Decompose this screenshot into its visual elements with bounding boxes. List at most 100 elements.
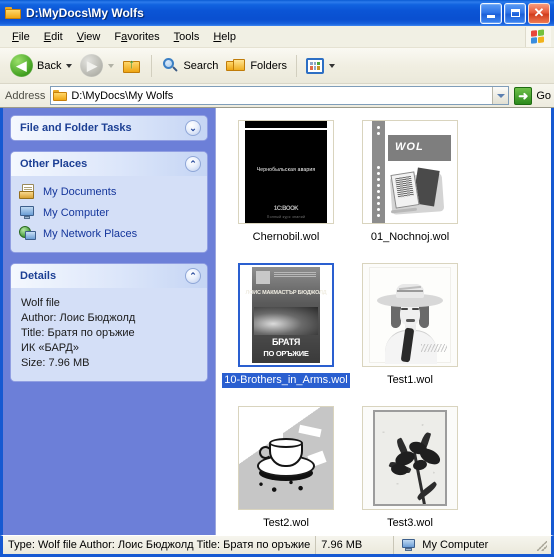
maximize-icon xyxy=(510,9,520,17)
close-button[interactable]: ✕ xyxy=(528,2,550,24)
maximize-button[interactable] xyxy=(504,2,526,24)
address-dropdown-button[interactable] xyxy=(492,87,509,104)
status-info-text: Type: Wolf file Author: Лоис Бюджолд Tit… xyxy=(8,539,311,551)
back-button[interactable]: ◀ Back xyxy=(6,51,76,81)
file-item-test2[interactable]: Test2.wol xyxy=(224,404,348,535)
menu-item-favorites[interactable]: Favorites xyxy=(107,29,166,45)
status-size-text: 7.96 MB xyxy=(321,539,363,551)
go-button[interactable]: ➜ Go xyxy=(514,86,551,105)
thumbnail-chernobil: Чернобыльская авария 1C:BOOK Полный курс… xyxy=(238,120,334,224)
my-computer-icon xyxy=(401,538,416,552)
sidebar-label-my-documents: My Documents xyxy=(43,185,117,198)
menu-item-tools[interactable]: Tools xyxy=(167,29,207,45)
chevron-up-icon[interactable]: ⌃ xyxy=(185,268,201,284)
sidebar-label-my-network-places: My Network Places xyxy=(43,227,138,240)
back-label: Back xyxy=(37,59,62,72)
status-bar: Type: Wolf file Author: Лоис Бюджолд Tit… xyxy=(0,535,554,557)
chevron-up-icon[interactable]: ⌃ xyxy=(185,156,201,172)
toolbar: ◀ Back ▶ ↑ Search Folders xyxy=(0,48,554,84)
back-arrow-icon: ◀ xyxy=(10,54,33,77)
minimize-icon xyxy=(487,15,495,18)
panel-header-file-and-folder-tasks[interactable]: File and Folder Tasks ⌄ xyxy=(11,116,207,140)
minimize-button[interactable] xyxy=(480,2,502,24)
thumb-text-chernobil-logo: 1C:BOOK xyxy=(273,206,299,212)
views-button[interactable] xyxy=(302,51,339,81)
panel-title-file-and-folder-tasks: File and Folder Tasks xyxy=(20,122,132,134)
sidebar-label-my-computer: My Computer xyxy=(43,206,110,219)
search-icon xyxy=(161,57,179,75)
thumb-text-book-author: ЛОИС МАКМАСТЪР БЮДЖОЛД xyxy=(245,290,327,296)
views-icon xyxy=(306,57,325,74)
file-item-chernobil[interactable]: Чернобыльская авария 1C:BOOK Полный курс… xyxy=(224,118,348,258)
menu-item-view[interactable]: View xyxy=(70,29,108,45)
back-dropdown-icon[interactable] xyxy=(66,63,73,68)
menu-item-help[interactable]: Help xyxy=(206,29,243,45)
detail-file-type: Wolf file xyxy=(21,297,60,309)
window-controls: ✕ xyxy=(480,2,552,24)
panel-header-other-places[interactable]: Other Places ⌃ xyxy=(11,152,207,176)
folders-label: Folders xyxy=(250,59,288,72)
menu-label-favorites-rest: vorites xyxy=(127,30,160,43)
file-label-test1: Test1.wol xyxy=(387,374,433,386)
folders-button[interactable]: Folders xyxy=(222,51,291,81)
window-title: D:\MyDocs\My Wolfs xyxy=(26,6,144,20)
search-label: Search xyxy=(183,59,219,72)
file-item-10-brothers-in-arms[interactable]: ЛОИС МАКМАСТЪР БЮДЖОЛД БРАТЯ ПО ОРЪЖИЕ 1… xyxy=(222,261,350,401)
menu-label-tools-rest: ools xyxy=(179,30,200,43)
panel-title-other-places: Other Places xyxy=(20,158,88,170)
file-list[interactable]: Чернобыльская авария 1C:BOOK Полный курс… xyxy=(215,108,551,535)
up-button[interactable]: ↑ xyxy=(118,51,146,81)
file-item-test3[interactable]: Test3.wol xyxy=(348,404,472,535)
thumbnail-test3 xyxy=(362,406,458,510)
toolbar-separator-2 xyxy=(296,54,298,77)
address-label: Address xyxy=(5,89,46,102)
panel-file-and-folder-tasks: File and Folder Tasks ⌄ xyxy=(11,116,207,140)
go-arrow-icon: ➜ xyxy=(514,86,533,105)
file-label-test2: Test2.wol xyxy=(263,517,309,529)
forward-button[interactable]: ▶ xyxy=(76,51,118,81)
thumb-text-chernobil-sub: Полный курс знаний xyxy=(266,215,306,219)
toolbar-separator-1 xyxy=(151,54,153,77)
file-label-test3: Test3.wol xyxy=(387,517,433,529)
title-bar[interactable]: D:\MyDocs\My Wolfs ✕ xyxy=(0,0,554,26)
thumbnail-10-brothers-in-arms: ЛОИС МАКМАСТЪР БЮДЖОЛД БРАТЯ ПО ОРЪЖИЕ xyxy=(238,263,334,367)
my-network-places-icon xyxy=(19,225,36,242)
search-button[interactable]: Search xyxy=(157,51,222,81)
views-dropdown-icon[interactable] xyxy=(329,63,336,68)
thumb-text-book-title1: БРАТЯ xyxy=(271,337,301,347)
thumbnail-01-nochnoj: WOL xyxy=(362,120,458,224)
address-value: D:\MyDocs\My Wolfs xyxy=(71,89,174,102)
up-folder-icon: ↑ xyxy=(122,57,142,75)
status-location-text: My Computer xyxy=(422,539,489,551)
my-computer-icon xyxy=(19,205,36,221)
file-label-chernobil: Chernobil.wol xyxy=(252,231,320,243)
panel-body-details: Wolf file Author: Лоис Бюджолд Title: Бр… xyxy=(11,288,207,381)
resize-grip[interactable] xyxy=(537,541,547,551)
file-item-test1[interactable]: Test1.wol xyxy=(348,261,472,401)
menu-item-edit[interactable]: Edit xyxy=(37,29,70,45)
status-size-cell: 7.96 MB xyxy=(316,536,395,554)
sidebar-item-my-network-places[interactable]: My Network Places xyxy=(19,224,203,243)
chevron-down-icon[interactable]: ⌄ xyxy=(185,120,201,136)
forward-dropdown-icon[interactable] xyxy=(108,63,115,68)
menu-bar: File Edit View Favorites Tools Help xyxy=(0,26,554,48)
menu-label-view-rest: iew xyxy=(83,30,101,43)
sidebar-item-my-documents[interactable]: My Documents xyxy=(19,182,203,201)
detail-publisher: ИК «БАРД» xyxy=(21,342,79,354)
thumbnail-test2 xyxy=(238,406,334,510)
address-folder-icon xyxy=(53,89,68,102)
thumb-text-wol-brand: WOL xyxy=(395,141,424,153)
menu-item-file[interactable]: File xyxy=(5,29,37,45)
sidebar-item-my-computer[interactable]: My Computer xyxy=(19,203,203,222)
menu-label-edit-rest: dit xyxy=(51,30,63,43)
thumb-text-book-title2: ПО ОРЪЖИЕ xyxy=(263,349,309,358)
go-label: Go xyxy=(536,89,551,102)
file-item-01-nochnoj[interactable]: WOL 01_Nochnoj.wol xyxy=(348,118,472,258)
file-label-01-nochnoj: 01_Nochnoj.wol xyxy=(370,231,450,243)
panel-header-details[interactable]: Details ⌃ xyxy=(11,264,207,288)
address-input[interactable]: D:\MyDocs\My Wolfs xyxy=(50,86,510,105)
thumbnail-test1 xyxy=(362,263,458,367)
my-documents-icon xyxy=(19,183,36,200)
folders-icon xyxy=(226,57,246,75)
detail-author: Author: Лоис Бюджолд xyxy=(21,312,136,324)
